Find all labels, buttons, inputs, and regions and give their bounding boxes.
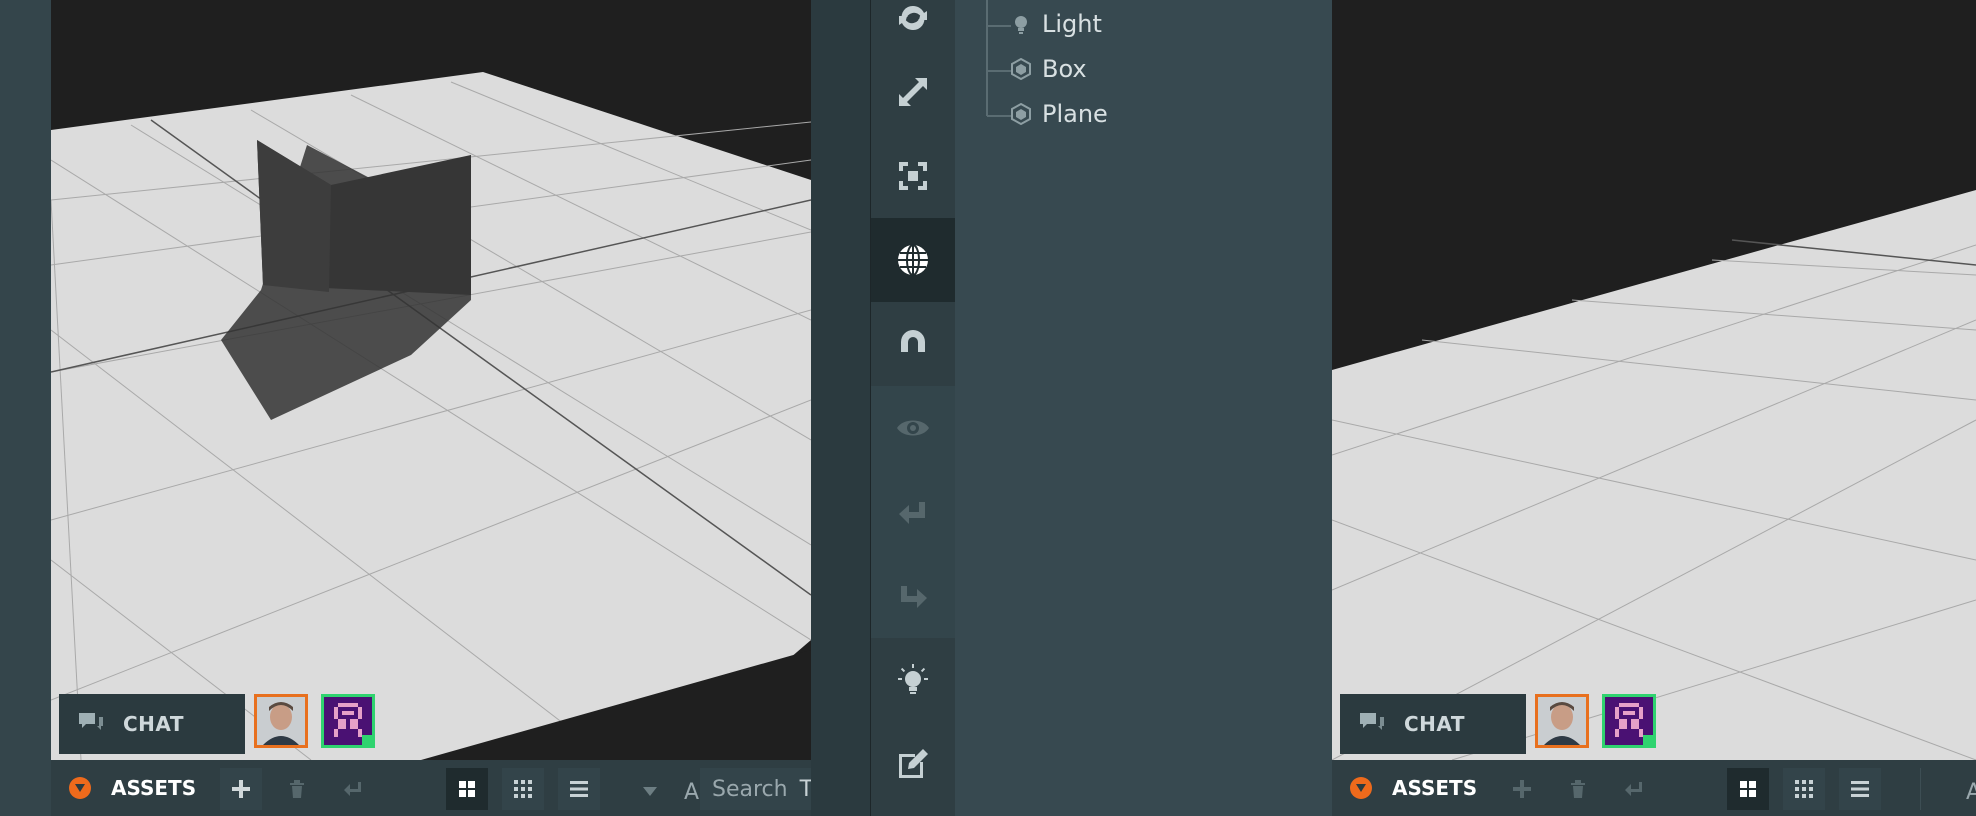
large-grid-icon (459, 781, 475, 797)
scale-tool[interactable] (871, 50, 955, 134)
bar-separator (1920, 768, 1921, 810)
assets-label-left: ASSETS (111, 776, 197, 800)
small-grid-icon (514, 780, 532, 798)
view-small-grid-button[interactable] (502, 768, 544, 810)
frame-selection-tool[interactable] (871, 134, 955, 218)
user-photo (1538, 697, 1586, 745)
right-overflow-text: A (1966, 780, 1976, 805)
redo-icon (901, 586, 927, 608)
chat-label-left: CHAT (123, 712, 184, 736)
search-input[interactable]: Search T (700, 768, 813, 810)
eye-icon (897, 420, 929, 436)
entity-icon (1011, 58, 1031, 80)
search-placeholder: Search (712, 776, 788, 802)
chat-bubbles-icon (79, 713, 103, 730)
add-asset-button[interactable] (1501, 768, 1543, 810)
plus-icon (232, 780, 250, 798)
user-photo (257, 697, 305, 745)
return-arrow-icon (1625, 782, 1642, 796)
view-list-button[interactable] (1839, 768, 1881, 810)
world-space-toggle[interactable] (871, 218, 955, 302)
viewport-right-scene (1332, 0, 1976, 760)
redo-button[interactable] (871, 554, 955, 638)
add-asset-button[interactable] (220, 768, 262, 810)
assets-collapse-toggle-right[interactable] (1350, 777, 1372, 799)
tool-column (871, 0, 955, 816)
chat-bubbles-icon (1360, 713, 1384, 730)
pixel-avatar (324, 697, 372, 745)
hierarchy-item-box[interactable]: Box (1010, 55, 1087, 83)
hierarchy-item-label: Light (1042, 10, 1102, 38)
panel-divider (811, 0, 871, 816)
lightbulb-icon (898, 664, 928, 694)
hierarchy-item-light[interactable]: Light (1010, 10, 1102, 38)
left-edge-strip (0, 0, 51, 816)
chevron-down-icon (1356, 784, 1366, 792)
magnet-icon (901, 330, 925, 356)
delete-asset-button[interactable] (1557, 768, 1599, 810)
light-bulb-icon (1015, 16, 1027, 34)
return-arrow-icon (344, 782, 361, 796)
large-grid-icon (1740, 781, 1756, 797)
trash-icon (290, 780, 304, 798)
code-editor-button[interactable] (871, 722, 955, 806)
view-list-button[interactable] (558, 768, 600, 810)
hierarchy-item-plane[interactable]: Plane (1010, 100, 1108, 128)
focus-icon (899, 162, 927, 190)
snap-toggle[interactable] (871, 302, 955, 386)
avatar-user-photo-left[interactable] (254, 694, 308, 748)
assets-collapse-toggle-left[interactable] (69, 777, 91, 799)
delete-asset-button[interactable] (276, 768, 318, 810)
undo-icon (899, 502, 925, 524)
reference-asset-button[interactable] (332, 768, 374, 810)
filter-overflow-text: A (684, 780, 700, 805)
chat-button-left[interactable]: CHAT (59, 694, 245, 754)
avatar-user-pixel-left[interactable] (321, 694, 375, 748)
preview-button[interactable] (871, 386, 955, 470)
avatar-user-photo-right[interactable] (1535, 694, 1589, 748)
chat-button-right[interactable]: CHAT (1340, 694, 1526, 754)
trash-icon (1571, 780, 1585, 798)
hierarchy-item-label: Box (1042, 55, 1087, 83)
list-icon (1851, 781, 1869, 797)
assets-label-right: ASSETS (1392, 776, 1478, 800)
hierarchy-panel: Light Box Plane (955, 0, 1332, 816)
avatar-user-pixel-right[interactable] (1602, 694, 1656, 748)
view-large-grid-button[interactable] (1727, 768, 1769, 810)
resize-icon (899, 78, 927, 106)
rotate-icon (899, 5, 927, 31)
lightmapper-button[interactable] (871, 638, 955, 722)
viewport-left-scene (51, 0, 811, 760)
hierarchy-item-label: Plane (1042, 100, 1108, 128)
chevron-down-icon (75, 784, 85, 792)
filter-dropdown[interactable] (636, 778, 664, 806)
undo-button[interactable] (871, 470, 955, 554)
small-grid-icon (1795, 780, 1813, 798)
plus-icon (1513, 780, 1531, 798)
view-small-grid-button[interactable] (1783, 768, 1825, 810)
viewport-left[interactable] (51, 0, 811, 760)
chevron-down-icon (643, 787, 657, 796)
view-large-grid-button[interactable] (446, 768, 488, 810)
reference-asset-button[interactable] (1613, 768, 1655, 810)
entity-icon (1011, 103, 1031, 125)
pixel-avatar (1605, 697, 1653, 745)
chat-label-right: CHAT (1404, 712, 1465, 736)
viewport-right[interactable] (1332, 0, 1976, 760)
edit-icon (899, 749, 928, 778)
list-icon (570, 781, 588, 797)
globe-icon (898, 244, 928, 276)
